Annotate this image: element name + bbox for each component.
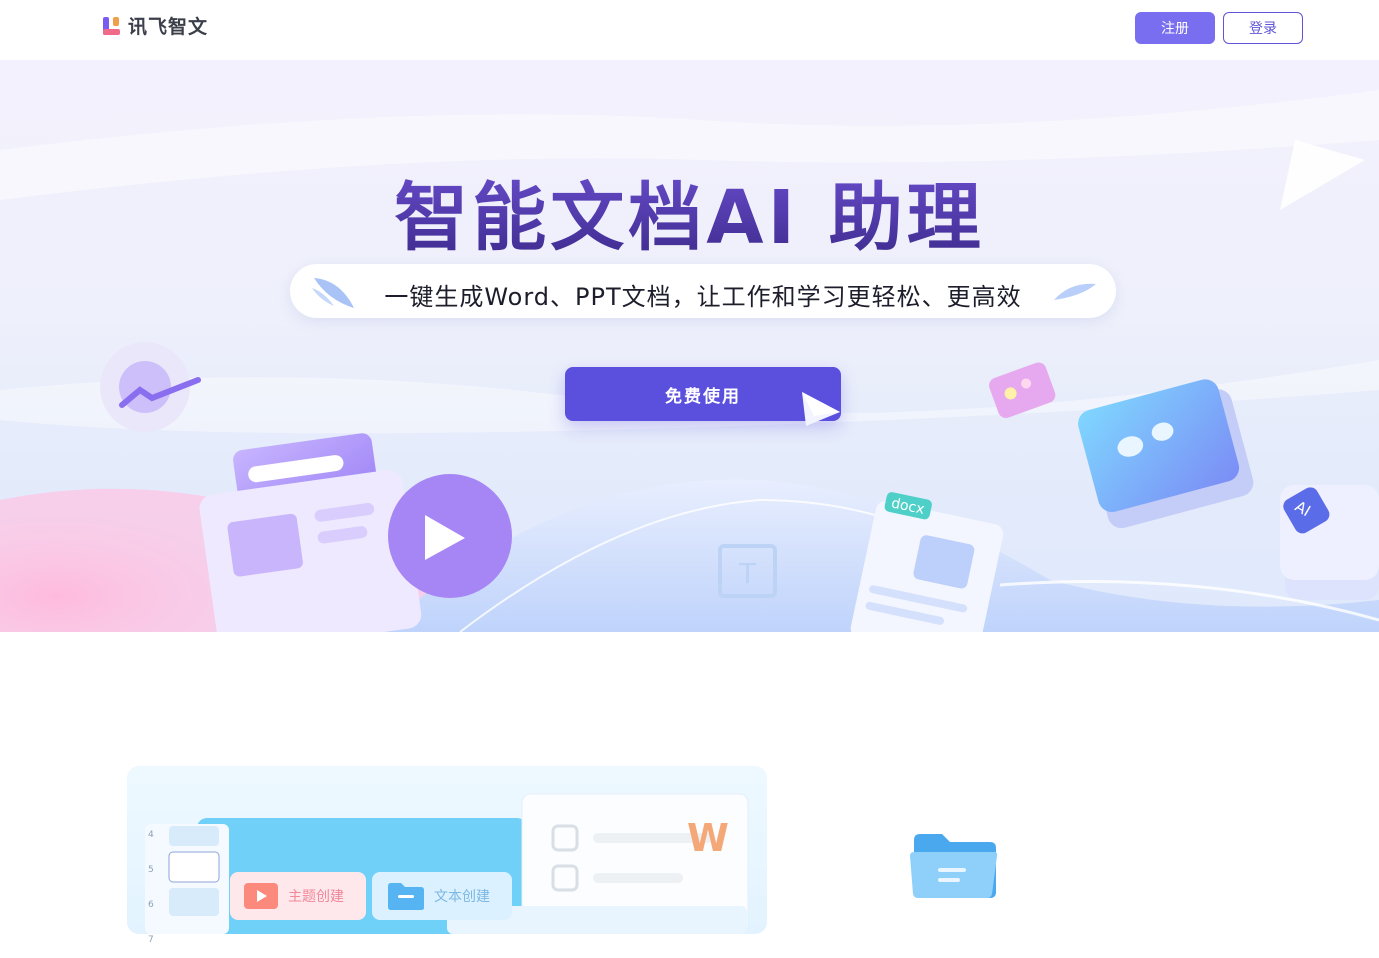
logo[interactable]: 讯飞智文 (102, 12, 208, 39)
hero-subtitle-pill: 一键生成Word、PPT文档，让工作和学习更轻松、更高效 (290, 264, 1116, 318)
slide-number: 7 (148, 935, 154, 945)
hero-title: 智能文档AI 助理 (0, 158, 1379, 265)
svg-text:T: T (738, 557, 757, 590)
word-badge-icon: W (687, 816, 729, 860)
slide-number-column: 4 5 6 7 (148, 818, 154, 958)
free-trial-button-label: 免费使用 (665, 386, 741, 407)
hero-banner: T docx AI 智能文档AI 助理 一键生成Word、PPT文档，让工作和学… (0, 60, 1379, 632)
register-button[interactable]: 注册 (1135, 12, 1215, 44)
text-create-card[interactable]: 文本创建 (372, 872, 512, 920)
logo-icon (103, 16, 120, 35)
feather-decoration-icon (1054, 283, 1096, 300)
slide-number: 4 (148, 830, 154, 840)
video-file-icon (244, 883, 278, 909)
slide-number: 5 (148, 865, 154, 875)
hero-subtitle: 一键生成Word、PPT文档，让工作和学习更轻松、更高效 (384, 283, 1022, 311)
text-create-label: 文本创建 (434, 889, 490, 905)
hero-background-illustration: T docx AI (0, 90, 1379, 632)
folder-icon (388, 883, 424, 910)
paper-plane-icon (802, 392, 840, 426)
theme-create-label: 主题创建 (288, 889, 344, 905)
logo-text: 讯飞智文 (128, 16, 209, 38)
top-header: 讯飞智文 注册 登录 (0, 0, 1379, 60)
slide-number: 6 (148, 900, 154, 910)
login-button[interactable]: 登录 (1223, 12, 1303, 44)
theme-create-card[interactable]: 主题创建 (230, 872, 366, 920)
floating-folder-icon (910, 834, 998, 898)
